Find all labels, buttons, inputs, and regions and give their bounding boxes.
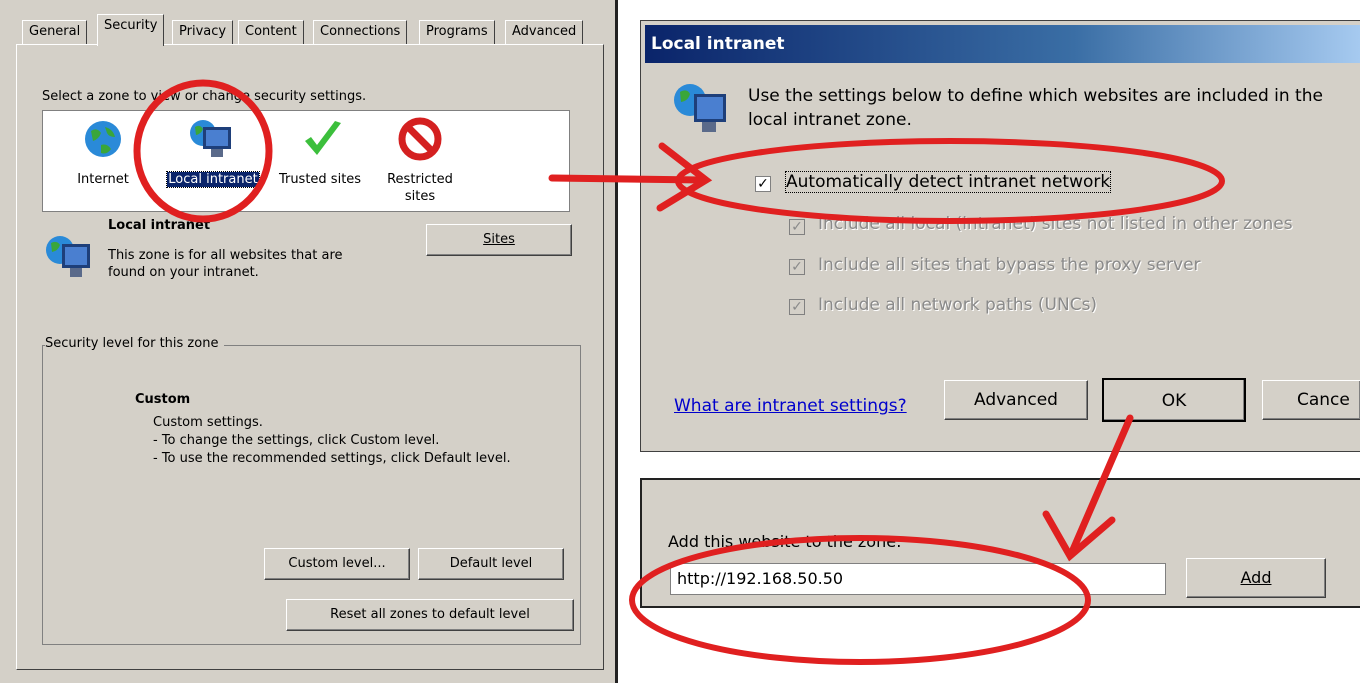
no-entry-icon (398, 117, 442, 161)
sites-button[interactable]: Sites (426, 224, 572, 256)
zone-label: Internet (77, 172, 129, 187)
checkmark-icon (305, 121, 341, 155)
sites-button-label: Sites (483, 232, 515, 247)
tab-connections[interactable]: Connections (313, 20, 408, 44)
include-bypass-proxy-checkbox[interactable]: ✓ (789, 259, 805, 275)
zone-title: Local intranet (108, 218, 211, 233)
select-zone-text: Select a zone to view or change security… (42, 89, 367, 104)
tab-security[interactable]: Security (97, 14, 165, 46)
add-button-label: Add (1240, 568, 1272, 587)
ok-button[interactable]: OK (1102, 378, 1246, 422)
reset-all-zones-button[interactable]: Reset all zones to default level (286, 599, 574, 631)
tab-privacy[interactable]: Privacy (172, 20, 234, 44)
advanced-button[interactable]: Advanced (944, 380, 1088, 420)
tab-content[interactable]: Content (238, 20, 304, 44)
website-url-input[interactable]: http://192.168.50.50 (670, 563, 1166, 595)
zone-description: This zone is for all websites that are f… (108, 248, 343, 280)
globe-icon (85, 121, 121, 157)
level-line: - To change the settings, click Custom l… (153, 433, 440, 448)
include-network-paths-checkbox[interactable]: ✓ (789, 299, 805, 315)
tab-programs[interactable]: Programs (419, 20, 495, 44)
zone-label: Restricted sites (387, 172, 453, 204)
dialog-title: Local intranet (651, 34, 785, 54)
include-network-paths-label: Include all network paths (UNCs) (818, 295, 1098, 315)
include-local-sites-label: Include all local (intranet) sites not l… (818, 214, 1293, 234)
intranet-settings-help-link[interactable]: What are intranet settings? (674, 396, 907, 416)
tab-advanced[interactable]: Advanced (505, 20, 584, 44)
include-bypass-proxy-label: Include all sites that bypass the proxy … (818, 255, 1201, 275)
local-intranet-icon (46, 236, 90, 277)
level-line: Custom settings. (153, 415, 263, 430)
security-level-name: Custom (135, 392, 191, 407)
cancel-button[interactable]: Cance (1262, 380, 1360, 420)
zone-label-selected: Local intranet (166, 171, 260, 188)
level-line: - To use the recommended settings, click… (153, 451, 511, 466)
default-level-button[interactable]: Default level (418, 548, 564, 580)
tab-general[interactable]: General (22, 20, 88, 44)
custom-level-button[interactable]: Custom level... (264, 548, 410, 580)
computer-globe-icon (190, 120, 231, 157)
auto-detect-label: Automatically detect intranet network (784, 171, 1112, 193)
add-website-label: Add this website to the zone: (668, 532, 902, 551)
dialog-titlebar: Local intranet (645, 25, 1360, 63)
dialog-intro: Use the settings below to define which w… (748, 86, 1323, 130)
add-button[interactable]: Add (1186, 558, 1326, 598)
zone-list: Internet Local intranet Trusted sites Re… (42, 110, 570, 212)
security-level-description: Custom settings. - To change the setting… (153, 414, 511, 468)
zone-label: Local intranet (161, 171, 265, 188)
zone-label: Trusted sites (278, 172, 362, 187)
intranet-dialog-icon (674, 84, 726, 132)
security-level-legend: Security level for this zone (45, 336, 225, 351)
auto-detect-checkbox[interactable]: ✓ (755, 176, 771, 192)
include-local-sites-checkbox[interactable]: ✓ (789, 219, 805, 235)
